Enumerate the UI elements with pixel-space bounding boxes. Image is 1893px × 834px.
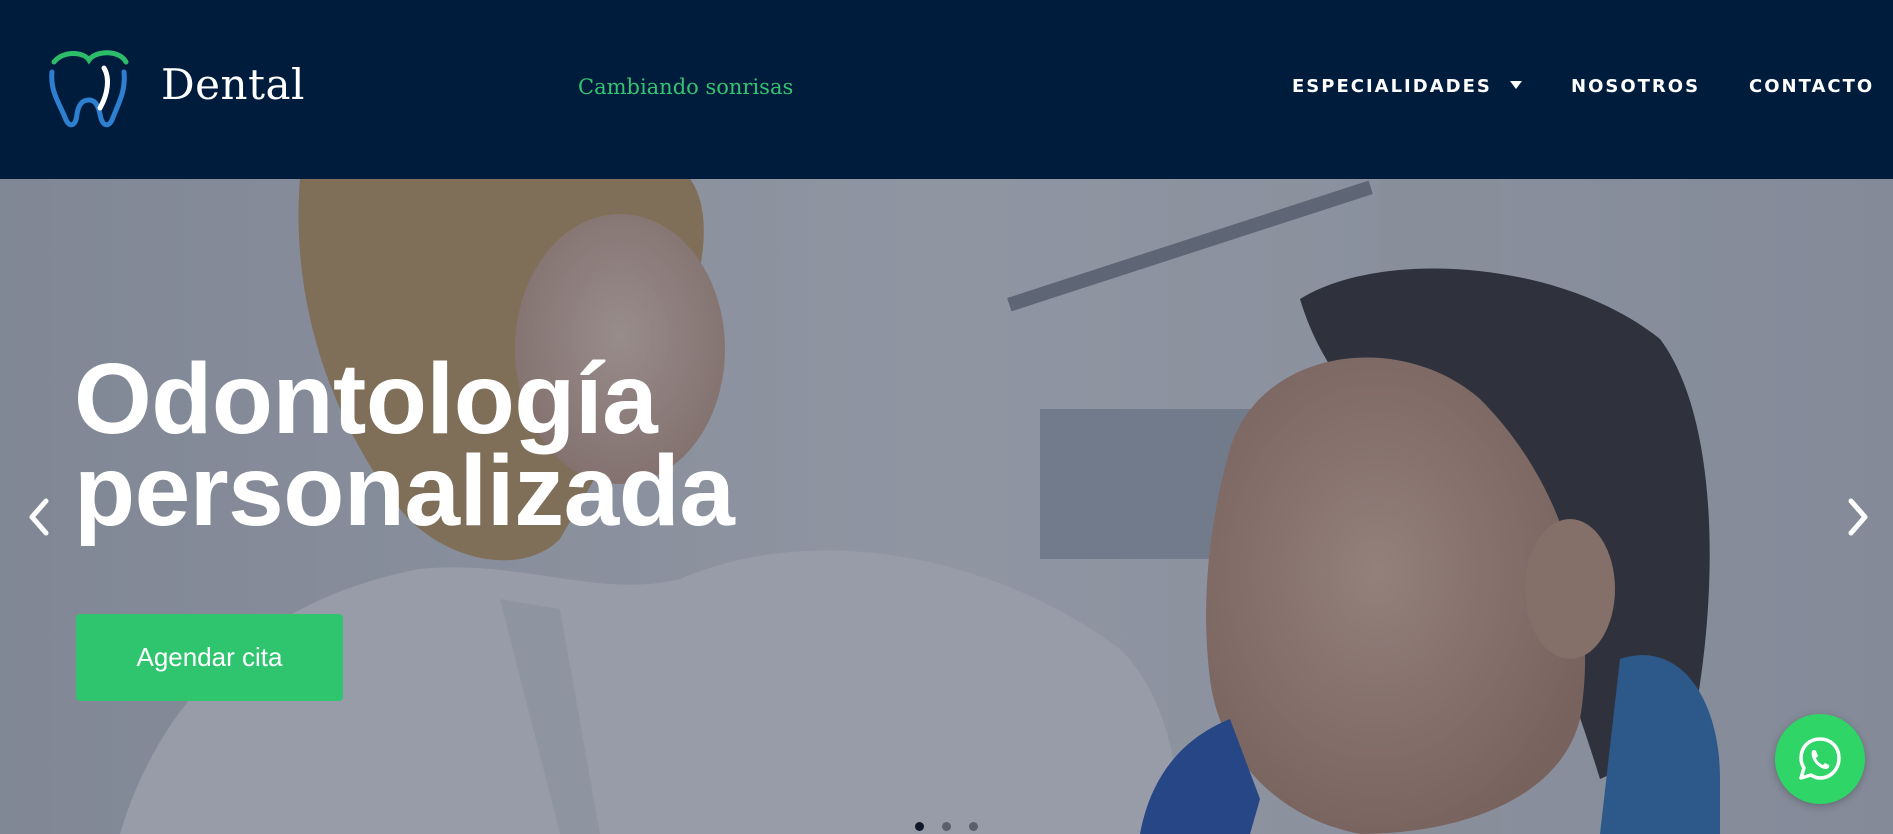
slider-dot-3[interactable] — [969, 822, 978, 831]
nav-especialidades[interactable]: ESPECIALIDADES — [1292, 76, 1522, 97]
chevron-right-icon[interactable] — [1843, 495, 1873, 539]
brand-name[interactable]: Dental — [161, 60, 305, 109]
nav-especialidades-label: ESPECIALIDADES — [1292, 76, 1492, 97]
chevron-left-icon[interactable] — [24, 495, 54, 539]
hero-headline-line2: personalizada — [74, 435, 735, 547]
slider-dot-1[interactable] — [915, 822, 924, 831]
nav-contacto[interactable]: CONTACTO — [1749, 76, 1874, 97]
hero-headline-line1: Odontología — [74, 343, 658, 455]
whatsapp-icon — [1799, 737, 1841, 780]
hero-slider: Odontología personalizada Agendar cita — [0, 179, 1893, 834]
caret-down-icon — [1509, 81, 1522, 89]
nav-nosotros[interactable]: NOSOTROS — [1571, 76, 1700, 97]
tagline: Cambiando sonrisas — [578, 75, 794, 99]
whatsapp-button[interactable] — [1775, 714, 1865, 804]
tooth-logo-icon[interactable] — [46, 48, 132, 130]
site-header: Dental Cambiando sonrisas ESPECIALIDADES… — [0, 0, 1893, 179]
hero-headline: Odontología personalizada — [74, 343, 735, 547]
agendar-cita-button[interactable]: Agendar cita — [76, 614, 343, 701]
slider-dot-2[interactable] — [942, 822, 951, 831]
